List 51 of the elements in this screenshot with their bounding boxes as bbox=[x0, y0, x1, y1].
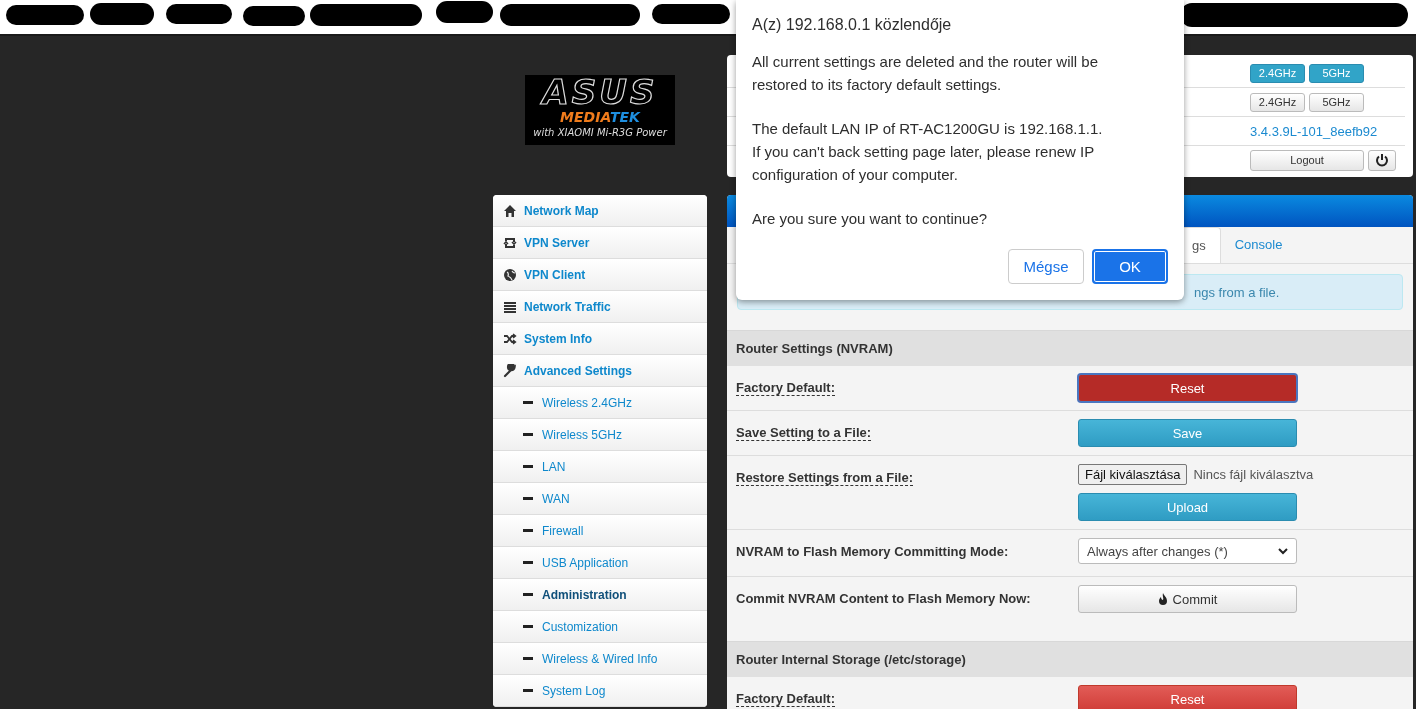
loop-arrows-icon bbox=[503, 235, 517, 250]
field-label: Save Setting to a File: bbox=[736, 425, 872, 441]
section-header: Router Internal Storage (/etc/storage) bbox=[727, 641, 1413, 677]
logout-button[interactable]: Logout bbox=[1250, 149, 1364, 171]
choose-file-button[interactable]: Fájl kiválasztása bbox=[1078, 464, 1188, 485]
chevron-down-icon bbox=[1278, 547, 1288, 555]
field-label: Factory Default: bbox=[736, 691, 835, 707]
upload-button[interactable]: Upload bbox=[1078, 493, 1297, 521]
field-label: Commit NVRAM Content to Flash Memory Now: bbox=[736, 591, 1031, 606]
field-label: Restore Settings from a File: bbox=[736, 470, 913, 486]
dash-icon bbox=[523, 528, 533, 533]
flame-icon bbox=[1157, 593, 1168, 605]
globe-icon bbox=[503, 267, 517, 282]
field-label: Factory Default: bbox=[736, 380, 835, 396]
firmware-version-link[interactable]: 3.4.3.9L-101_8eefb92 bbox=[1250, 123, 1378, 139]
power-icon bbox=[1375, 153, 1389, 167]
sidebar-item[interactable]: Network Map bbox=[493, 195, 707, 227]
dialog-message: The default LAN IP of RT-AC1200GU is 192.168.1.1. If you can't back setting page later, please renew IP configuration of your computer. bbox=[752, 119, 1104, 185]
band-toggle-button[interactable]: 5GHz bbox=[1309, 92, 1364, 112]
wrench-icon bbox=[503, 363, 517, 378]
dash-icon bbox=[523, 400, 533, 405]
power-button[interactable] bbox=[1368, 149, 1396, 171]
logo: ASUS MEDIATEK with XIAOMI Mi-R3G Power bbox=[525, 75, 675, 145]
ok-button[interactable]: OK bbox=[1092, 249, 1168, 284]
dash-icon bbox=[523, 432, 533, 437]
shuffle-icon bbox=[503, 331, 517, 346]
save-button[interactable]: Save bbox=[1078, 419, 1297, 447]
home-icon bbox=[503, 203, 517, 218]
dialog-title: A(z) 192.168.0.1 közlendője bbox=[752, 16, 953, 34]
dash-icon bbox=[523, 656, 533, 661]
commit-button[interactable]: Commit bbox=[1078, 585, 1297, 613]
band-toggle-button[interactable]: 2.4GHz bbox=[1250, 63, 1305, 83]
cancel-button[interactable]: Mégse bbox=[1008, 249, 1084, 284]
list-icon bbox=[503, 299, 517, 314]
mode-select[interactable]: Always after changes (*) bbox=[1078, 538, 1297, 564]
reset-button[interactable]: Reset bbox=[1078, 374, 1297, 402]
dialog-message: Are you sure you want to continue? bbox=[752, 209, 989, 229]
field-label: NVRAM to Flash Memory Committing Mode: bbox=[736, 544, 1009, 559]
dash-icon bbox=[523, 496, 533, 501]
dash-icon bbox=[523, 464, 533, 469]
section-header: Router Settings (NVRAM) bbox=[727, 330, 1413, 366]
dash-icon bbox=[523, 688, 533, 693]
dialog-message: All current settings are deleted and the router will be restored to its factory default settings. bbox=[752, 52, 1100, 95]
dash-icon bbox=[523, 624, 533, 629]
band-toggle-button[interactable]: 5GHz bbox=[1309, 63, 1364, 83]
reset-button[interactable]: Reset bbox=[1078, 685, 1297, 709]
file-status: Nincs fájl kiválasztva bbox=[1193, 467, 1314, 482]
tab[interactable]: Console bbox=[1220, 227, 1297, 263]
dash-icon bbox=[523, 560, 533, 565]
band-toggle-button[interactable]: 2.4GHz bbox=[1250, 92, 1305, 112]
dash-icon bbox=[523, 592, 533, 597]
